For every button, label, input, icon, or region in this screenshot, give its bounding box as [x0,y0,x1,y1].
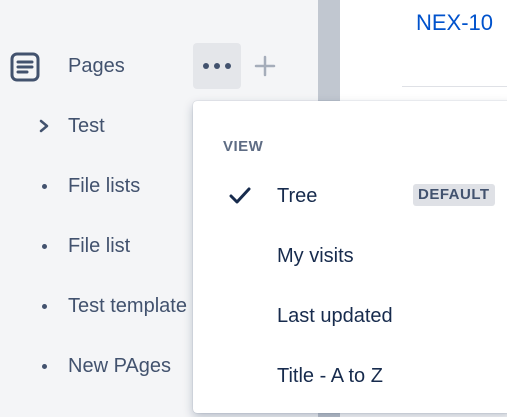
view-option-title-a-to-z[interactable]: Title - A to Z [193,351,507,401]
issue-key-link[interactable]: NEX-10 [416,10,493,36]
view-dropdown-menu: VIEW Tree DEFAULT My visits Last updated… [193,101,507,413]
divider [402,86,507,87]
bullet-icon [36,228,52,264]
more-icon [203,63,231,69]
view-option-label: Last updated [277,305,393,327]
page-tree-label: New PAges [68,355,172,377]
bullet-icon [36,288,52,324]
pages-icon [10,52,40,82]
view-option-label: Title - A to Z [277,365,383,387]
add-page-icon[interactable] [254,55,276,77]
view-option-label: Tree [277,185,318,207]
view-option-my-visits[interactable]: My visits [193,231,507,281]
checkmark-icon [229,187,251,204]
bullet-icon [36,348,52,384]
page-tree-label: File list [68,235,131,257]
page-tree-label: Test template [68,295,187,317]
bullet-icon [36,168,52,204]
page-tree-label: Test [68,115,105,137]
chevron-right-icon[interactable] [36,108,52,144]
view-option-label: My visits [277,245,354,267]
view-heading: VIEW [223,138,264,155]
more-actions-button[interactable] [193,43,241,89]
default-badge: DEFAULT [413,184,495,206]
view-option-last-updated[interactable]: Last updated [193,291,507,341]
page-tree-label: File lists [68,175,141,197]
pages-section-title: Pages [68,55,125,77]
